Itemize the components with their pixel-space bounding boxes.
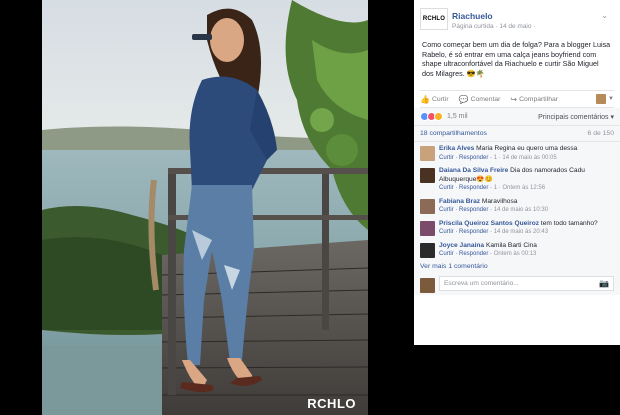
avatar[interactable] bbox=[420, 198, 435, 214]
comment-input[interactable]: Escreva um comentário... 📷 bbox=[439, 275, 614, 291]
comment-timestamp: Ontem às 00:13 bbox=[493, 251, 537, 257]
post-header: RCHLO Riachuelo Página curtida · 14 de m… bbox=[414, 0, 620, 38]
comment-item: Erika Alves Maria Regina eu quero uma de… bbox=[414, 142, 620, 164]
comment-author-link[interactable]: Joyce Janaina bbox=[439, 242, 484, 249]
photo-watermark: RCHLO bbox=[307, 396, 356, 411]
avatar[interactable] bbox=[420, 168, 435, 183]
page-name-link[interactable]: Riachuelo bbox=[452, 11, 493, 21]
like-button[interactable]: 👍 Curtir bbox=[420, 95, 449, 104]
shares-link[interactable]: 18 compartilhamentos bbox=[420, 130, 487, 137]
chevron-down-icon[interactable]: ▼ bbox=[608, 96, 614, 102]
avatar[interactable] bbox=[420, 242, 435, 258]
camera-icon[interactable]: 📷 bbox=[599, 279, 609, 288]
comment-item: Fabiana Braz Maravilhosa Curtir · Respond… bbox=[414, 195, 620, 217]
comment-timestamp: 14 de maio às 20:43 bbox=[493, 229, 549, 235]
comment-actions[interactable]: Curtir · Responder · bbox=[439, 185, 492, 191]
like-label: Curtir bbox=[431, 95, 449, 103]
comment-actions[interactable]: Curtir · Responder · bbox=[439, 251, 492, 257]
comment-author-link[interactable]: Erika Alves bbox=[439, 145, 474, 152]
comments-section: 1,5 mil Principais comentários ▾ 18 comp… bbox=[414, 108, 620, 295]
comment-body: Erika Alves Maria Regina eu quero uma de… bbox=[439, 145, 614, 154]
comment-body: Priscila Queiroz Santos Queiroz tem todo… bbox=[439, 220, 614, 229]
comment-meta: Curtir · Responder · 1 · 14 de maio às 0… bbox=[439, 154, 614, 163]
comment-body: Daiana Da Silva Freire Dia dos namorados… bbox=[439, 167, 614, 184]
avatar[interactable] bbox=[596, 94, 607, 104]
comment-body: Fabiana Braz Maravilhosa bbox=[439, 198, 614, 207]
comment-meta: Curtir · Responder · 1 · Ontem às 12:56 bbox=[439, 184, 614, 193]
viewer: RCHLO RCHLO Riachuelo Página curtida · 1… bbox=[0, 0, 620, 415]
reactions-row: 1,5 mil Principais comentários ▾ bbox=[414, 108, 620, 126]
comment-meta: Curtir · Responder · 14 de maio às 10:30 bbox=[439, 206, 614, 215]
post-panel: RCHLO Riachuelo Página curtida · 14 de m… bbox=[414, 0, 620, 345]
wow-reaction-icon[interactable] bbox=[434, 112, 443, 121]
comments-list: Erika Alves Maria Regina eu quero uma de… bbox=[414, 142, 620, 261]
avatar[interactable] bbox=[420, 146, 435, 161]
comment-input-placeholder: Escreva um comentário... bbox=[444, 279, 519, 287]
avatar bbox=[420, 277, 435, 293]
comments-pagination: 6 de 150 bbox=[587, 130, 614, 137]
comment-timestamp: 1 · Ontem às 12:56 bbox=[493, 185, 546, 191]
comment-label: Comentar bbox=[470, 95, 501, 103]
comment-author-link[interactable]: Fabiana Braz bbox=[439, 198, 480, 205]
share-arrow-icon: ↪ bbox=[510, 94, 518, 104]
comment-meta: Curtir · Responder · Ontem às 00:13 bbox=[439, 250, 614, 259]
comments-sort-dropdown[interactable]: Principais comentários ▾ bbox=[538, 113, 614, 121]
page-logo-text: RCHLO bbox=[422, 16, 446, 22]
comment-text: Maravilhosa bbox=[481, 197, 518, 205]
view-more-comments-link[interactable]: Ver mais 1 comentário bbox=[414, 261, 620, 273]
shares-row: 18 compartilhamentos 6 de 150 bbox=[414, 126, 620, 142]
comment-text: Kamila Barti Cina bbox=[485, 241, 537, 249]
avatar[interactable] bbox=[420, 220, 435, 236]
post-photo[interactable]: RCHLO bbox=[42, 0, 368, 415]
reactions-count[interactable]: 1,5 mil bbox=[447, 113, 468, 120]
comment-actions[interactable]: Curtir · Responder · bbox=[439, 155, 492, 161]
comment-item: Daiana Da Silva Freire Dia dos namorados… bbox=[414, 164, 620, 195]
comment-timestamp: 1 · 14 de maio às 00:05 bbox=[493, 154, 557, 161]
thumbs-up-icon: 👍 bbox=[420, 94, 430, 104]
comment-actions[interactable]: Curtir · Responder · bbox=[439, 229, 492, 235]
speech-bubble-icon: 💬 bbox=[458, 94, 469, 104]
comment-composer: Escreva um comentário... 📷 bbox=[414, 273, 620, 295]
comment-actions[interactable]: Curtir · Responder · bbox=[439, 207, 492, 213]
comment-item: Priscila Queiroz Santos Queiroz tem todo… bbox=[414, 217, 620, 239]
comment-author-link[interactable]: Priscila Queiroz Santos Queiroz bbox=[439, 220, 539, 227]
share-label: Compartilhar bbox=[519, 95, 559, 103]
comment-button[interactable]: 💬 Comentar bbox=[459, 95, 501, 104]
photo-illustration bbox=[42, 0, 368, 415]
comment-meta: Curtir · Responder · 14 de maio às 20:43 bbox=[439, 228, 614, 237]
post-actions: 👍 Curtir 💬 Comentar ↪ Compartilhar ▼ bbox=[420, 90, 614, 108]
chevron-down-icon[interactable]: ⌄ bbox=[601, 11, 608, 20]
comment-text: Maria Regina eu quero uma dessa bbox=[476, 145, 578, 152]
comment-text: tem todo tamanho? bbox=[540, 219, 598, 227]
panel-background bbox=[414, 345, 620, 415]
share-button[interactable]: ↪ Compartilhar bbox=[510, 95, 558, 104]
comment-timestamp: 14 de maio às 10:30 bbox=[493, 207, 549, 213]
comment-body: Joyce Janaina Kamila Barti Cina bbox=[439, 242, 614, 251]
post-text: Como começar bem um dia de folga? Para a… bbox=[422, 40, 611, 78]
comment-item: Joyce Janaina Kamila Barti Cina Curtir · … bbox=[414, 239, 620, 261]
comment-author-link[interactable]: Daiana Da Silva Freire bbox=[439, 167, 508, 174]
post-meta: Página curtida · 14 de maio · bbox=[452, 23, 536, 30]
page-avatar[interactable]: RCHLO bbox=[420, 8, 448, 30]
